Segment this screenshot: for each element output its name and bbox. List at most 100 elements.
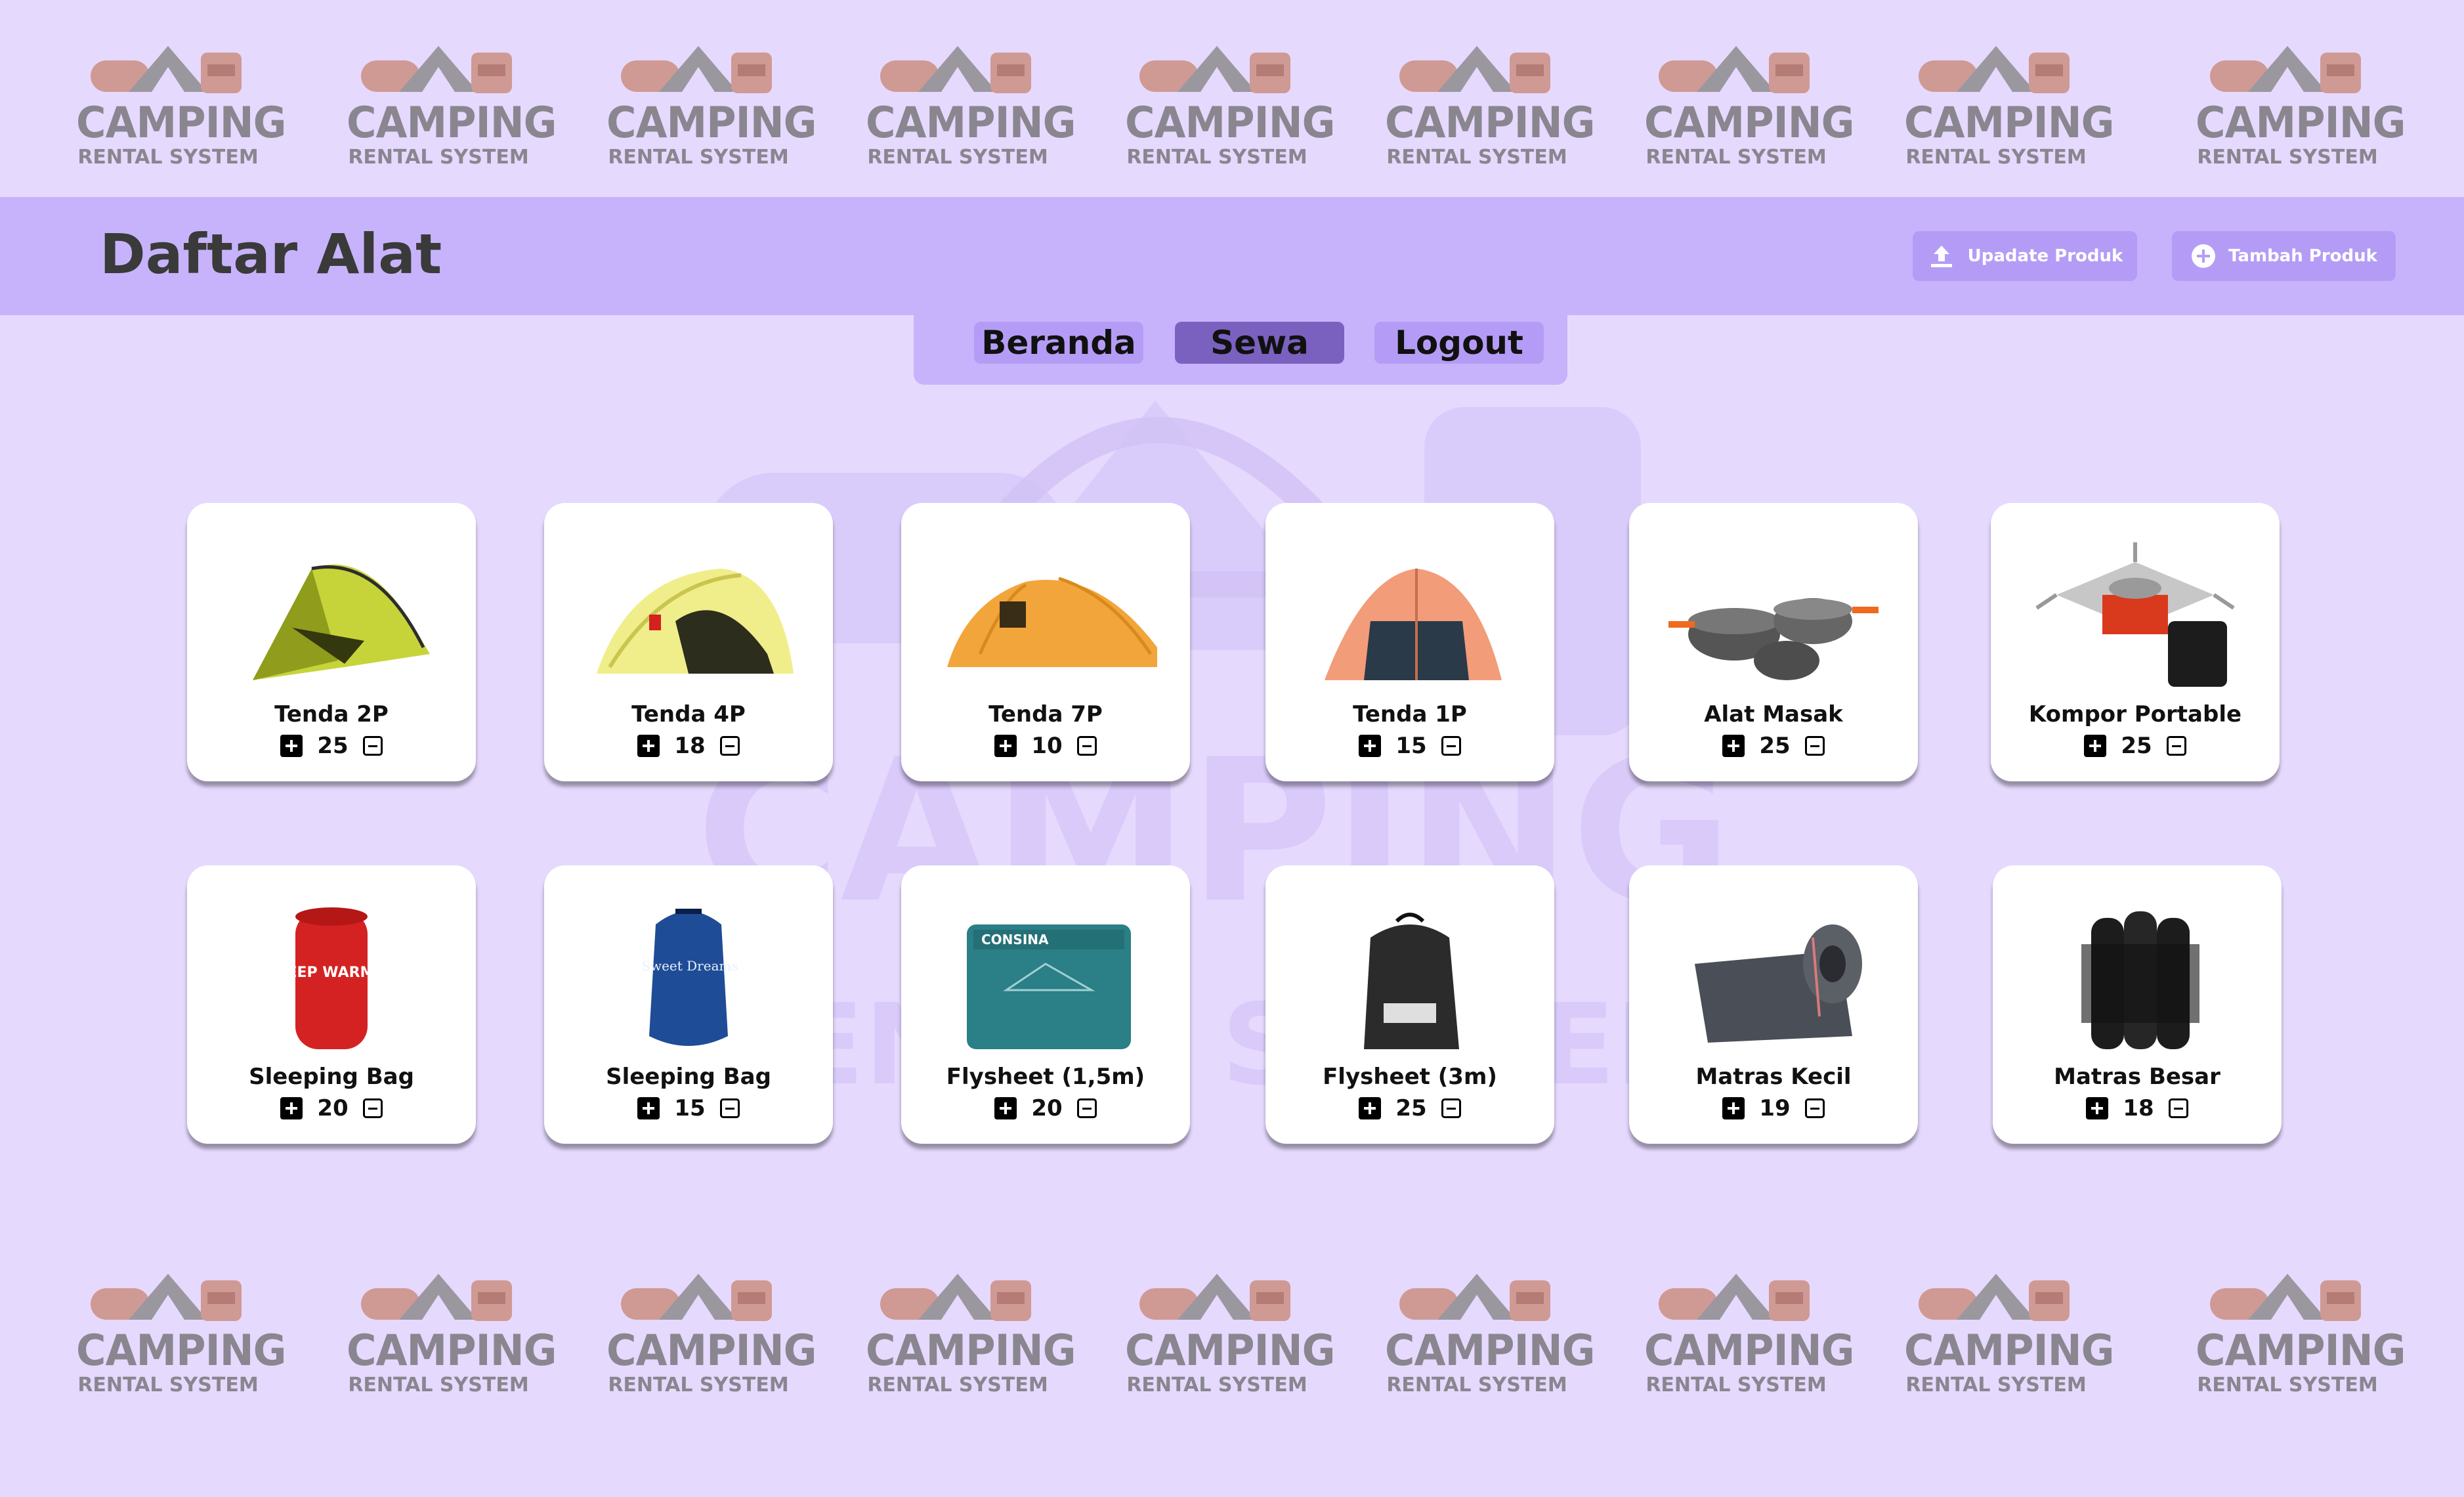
logo-line1: CAMPING [76,1325,286,1376]
plus-icon[interactable] [637,735,660,757]
logo-line1: CAMPING [1385,1325,1595,1376]
quantity-stepper: 18 [1993,1095,2282,1121]
logo-line1: CAMPING [1904,97,2114,148]
product-count: 19 [1759,1095,1791,1121]
product-card[interactable]: Kompor Portable 25 [1991,503,2280,781]
plus-icon[interactable] [1722,735,1745,757]
plus-icon[interactable] [637,1097,660,1119]
logo-line1: CAMPING [1644,97,1854,148]
logo-line1: CAMPING [347,1325,557,1376]
product-card[interactable]: Flysheet (3m) 25 [1265,865,1554,1144]
logo-line1: CAMPING [866,1325,1076,1376]
product-card[interactable]: Sweet Dreams Sleeping Bag 15 [544,865,833,1144]
product-name: Tenda 7P [988,701,1103,727]
bottom-logo: CAMPING RENTAL SYSTEM [1904,1269,2114,1400]
camping-logo-icon [2210,46,2361,93]
product-card[interactable]: Matras Kecil 19 [1629,865,1918,1144]
product-card[interactable]: SLEEP WARMER Sleeping Bag 20 [187,865,476,1144]
logo-line1: CAMPING [76,97,286,148]
top-logo: CAMPING RENTAL SYSTEM [866,41,1076,172]
add-product-button[interactable]: Tambah Produk [2172,231,2396,281]
minus-icon[interactable] [1076,1098,1097,1118]
quantity-stepper: 25 [1991,733,2280,759]
quantity-stepper: 10 [901,733,1190,759]
mat-large-image [2081,911,2199,1049]
top-logo: CAMPING RENTAL SYSTEM [2196,41,2406,172]
bottom-logo: CAMPING RENTAL SYSTEM [1125,1269,1335,1400]
top-logo: CAMPING RENTAL SYSTEM [606,41,817,172]
minus-icon[interactable] [1804,1098,1825,1118]
product-card[interactable]: Alat Masak 25 [1629,503,1918,781]
nav-beranda[interactable]: Beranda [974,322,1143,364]
minus-icon[interactable] [1804,736,1825,756]
camping-logo-icon [2210,1274,2361,1321]
sleeping-bag-label: SLEEP WARMER [268,965,396,981]
tent-2p-image [253,564,430,680]
logo-line2: RENTAL SYSTEM [1126,146,1307,169]
quantity-stepper: 15 [1265,733,1554,759]
quantity-stepper: 20 [901,1095,1190,1121]
minus-icon[interactable] [2168,1098,2188,1118]
product-name: Alat Masak [1704,701,1843,727]
logo-line1: CAMPING [1385,97,1595,148]
product-card[interactable]: Matras Besar 18 [1993,865,2282,1144]
plus-icon[interactable] [280,735,303,757]
plus-icon[interactable] [280,1097,303,1119]
minus-icon[interactable] [719,1098,740,1118]
minus-icon[interactable] [1441,736,1461,756]
minus-icon[interactable] [362,736,383,756]
logo-line1: CAMPING [2196,97,2406,148]
portable-stove-image [2035,542,2235,687]
plus-icon[interactable] [1359,735,1382,757]
camping-logo-icon [880,1274,1031,1321]
plus-icon[interactable] [1359,1097,1382,1119]
product-count: 25 [1395,1095,1427,1121]
logo-line1: CAMPING [606,1325,817,1376]
plus-icon[interactable] [1722,1097,1745,1119]
nav-sewa[interactable]: Sewa [1175,322,1344,364]
quantity-stepper: 20 [187,1095,476,1121]
product-card[interactable]: Tenda 7P 10 [901,503,1190,781]
product-card[interactable]: Tenda 4P 18 [544,503,833,781]
plus-icon[interactable] [994,735,1017,757]
minus-icon[interactable] [1441,1098,1461,1118]
logo-strip-bottom: CAMPING RENTAL SYSTEM CAMPING RENTAL SYSTEM… [0,1228,2464,1425]
product-count: 25 [1759,733,1791,759]
logo-line2: RENTAL SYSTEM [1646,1374,1827,1397]
minus-icon[interactable] [1076,736,1097,756]
mat-small-image [1695,924,1862,1043]
product-name: Matras Besar [2054,1064,2220,1090]
plus-icon[interactable] [994,1097,1017,1119]
logo-line1: CAMPING [606,97,817,148]
camping-logo-icon [1659,1274,1810,1321]
camping-logo-icon [1399,46,1550,93]
update-product-button[interactable]: Upadate Produk [1913,231,2137,281]
logo-line2: RENTAL SYSTEM [867,1374,1048,1397]
camping-logo-icon [361,1274,512,1321]
plus-icon[interactable] [2086,1097,2109,1119]
minus-icon[interactable] [719,736,740,756]
flysheet-large-image [1364,913,1459,1049]
logo-line2: RENTAL SYSTEM [77,1374,259,1397]
logo-line2: RENTAL SYSTEM [77,146,259,169]
quantity-stepper: 15 [544,1095,833,1121]
product-count: 15 [1395,733,1427,759]
product-card[interactable]: Tenda 1P 15 [1265,503,1554,781]
product-count: 20 [317,1095,349,1121]
product-card[interactable]: CONSINA Flysheet (1,5m) 20 [901,865,1190,1144]
nav-logout[interactable]: Logout [1374,322,1544,364]
bottom-logo: CAMPING RENTAL SYSTEM [1385,1269,1595,1400]
minus-icon[interactable] [362,1098,383,1118]
flysheet-small-image: CONSINA [967,924,1131,1049]
logo-line1: CAMPING [1644,1325,1854,1376]
product-name: Sleeping Bag [606,1064,771,1090]
logo-line2: RENTAL SYSTEM [1386,146,1567,169]
product-card[interactable]: Tenda 2P 25 [187,503,476,781]
camping-logo-icon [1139,46,1290,93]
upload-icon [1930,246,1952,267]
logo-line1: CAMPING [1125,1325,1335,1376]
minus-icon[interactable] [2166,736,2186,756]
plus-icon[interactable] [2084,735,2107,757]
logo-line2: RENTAL SYSTEM [867,146,1048,169]
update-product-label: Upadate Produk [1967,246,2123,266]
